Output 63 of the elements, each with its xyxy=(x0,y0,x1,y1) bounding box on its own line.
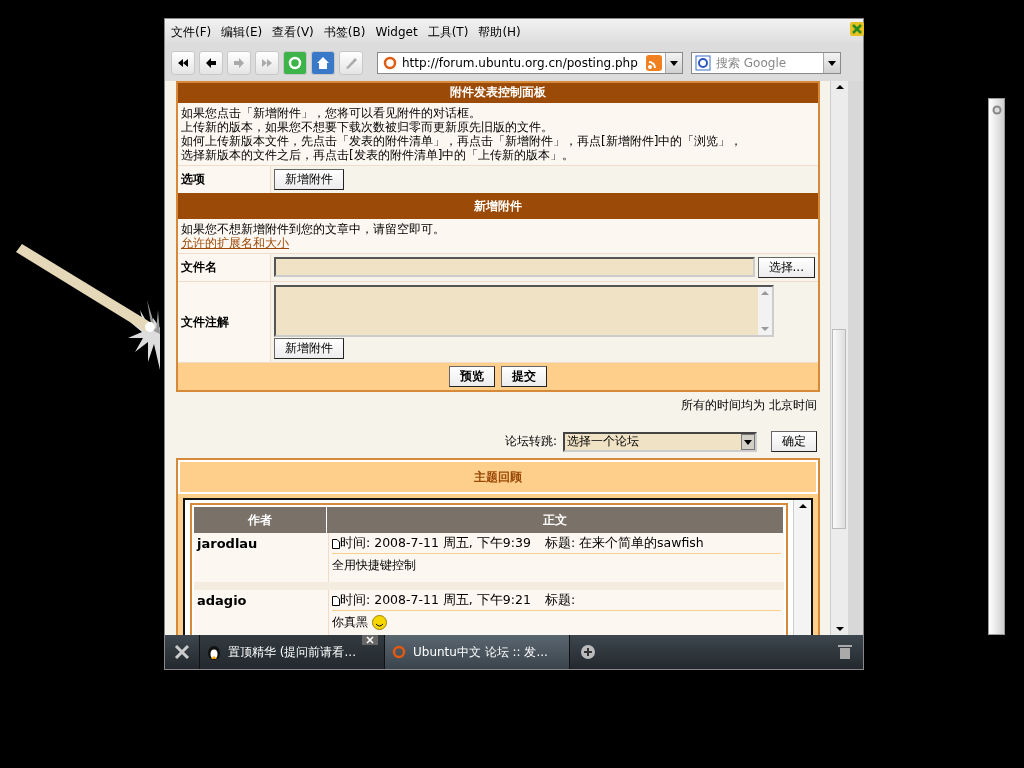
menu-item[interactable]: 文件(F) xyxy=(171,23,212,41)
reload-icon xyxy=(288,56,302,70)
note-text: 选择新版本的文件之后，再点击[发表的附件清单]中的「上传新的版本」。 xyxy=(181,148,576,162)
choose-button[interactable]: 选择... xyxy=(757,257,815,278)
back-button[interactable] xyxy=(199,51,223,75)
smiley-icon xyxy=(372,615,387,630)
document-icon xyxy=(332,595,340,606)
note-text: 如果您点击「新增附件」，您将可以看见附件的对话框。 xyxy=(181,106,482,120)
menu-item[interactable]: 工具(T) xyxy=(427,23,469,41)
confirm-button[interactable]: 确定 xyxy=(771,431,817,452)
reload-button[interactable] xyxy=(283,51,307,75)
post-body: 全用快捷键控制 xyxy=(332,557,416,574)
document-icon xyxy=(332,538,340,549)
post-subject: 标题: 在来个简单的sawfish xyxy=(544,535,704,552)
address-bar[interactable]: http://forum.ubuntu.org.cn/posting.php xyxy=(377,52,683,74)
extensions-link[interactable]: 允许的扩展名和大小 xyxy=(181,236,289,250)
arrow-icon xyxy=(205,57,217,69)
browser-tab[interactable]: Ubuntu中文 论坛 :: 发... xyxy=(385,635,570,669)
submit-button[interactable]: 提交 xyxy=(501,366,547,387)
scrollbar[interactable] xyxy=(793,500,811,635)
browser-tab[interactable]: 置顶精华 (提问前请看... xyxy=(200,635,385,669)
note-text: 上传新的版本，如果您不想要下载次数被归零而更新原先旧版的文件。 xyxy=(181,120,554,134)
file-name-field[interactable] xyxy=(274,257,755,277)
menu-item[interactable]: Widget xyxy=(375,25,418,39)
site-icon xyxy=(382,55,398,71)
comment-field[interactable] xyxy=(274,285,774,337)
tools-icon[interactable] xyxy=(173,643,191,661)
panel-header: 附件发表控制面板 xyxy=(178,83,818,103)
panel-header: 新增附件 xyxy=(178,193,818,219)
menu-item[interactable]: 书签(B) xyxy=(323,23,366,41)
site-icon xyxy=(391,644,407,660)
trash-icon[interactable] xyxy=(838,644,852,660)
scrollbar[interactable] xyxy=(830,81,848,635)
home-button[interactable] xyxy=(311,51,335,75)
forum-select[interactable]: 选择一个论坛 xyxy=(563,431,757,452)
menu-item[interactable]: 帮助(H) xyxy=(478,23,521,41)
jump-label: 论坛转跳: xyxy=(504,433,557,450)
arrow-icon xyxy=(177,57,189,69)
note-text: 如果您不想新增附件到您的文章中，请留空即可。 xyxy=(181,222,446,236)
home-icon xyxy=(316,56,330,70)
add-attachment-button[interactable]: 新增附件 xyxy=(274,338,344,359)
close-icon[interactable] xyxy=(991,105,1002,115)
review-header: 主题回顾 xyxy=(178,460,818,494)
menu-item[interactable]: 查看(V) xyxy=(272,23,314,41)
rewind-button[interactable] xyxy=(171,51,195,75)
search-engine-icon xyxy=(695,55,711,71)
arrow-icon xyxy=(233,57,245,69)
penguin-icon xyxy=(206,644,222,660)
post-subject: 标题: xyxy=(544,592,576,609)
post-body: 你真黑 xyxy=(332,614,368,631)
search-box[interactable]: 搜索 Google xyxy=(691,52,841,74)
post-time: 时间: 2008-7-11 周五, 下午9:21 xyxy=(332,592,531,609)
post-time: 时间: 2008-7-11 周五, 下午9:39 xyxy=(332,535,531,552)
menu-item[interactable]: 编辑(E) xyxy=(221,23,263,41)
arrow-icon xyxy=(261,57,273,69)
add-tab-icon[interactable] xyxy=(580,644,596,660)
author-name: jarodlau xyxy=(194,533,329,582)
note-text: 如何上传新版本文件，先点击「发表的附件清单」，再点击「新增附件」，再点[新增附件]中的「浏览」， xyxy=(181,134,744,148)
preview-button[interactable]: 预览 xyxy=(449,366,495,387)
add-attachment-button[interactable]: 新增附件 xyxy=(274,169,344,190)
timezone-note: 所有的时间均为 北京时间 xyxy=(680,397,818,414)
pen-icon xyxy=(344,56,358,70)
close-icon[interactable] xyxy=(850,22,864,36)
